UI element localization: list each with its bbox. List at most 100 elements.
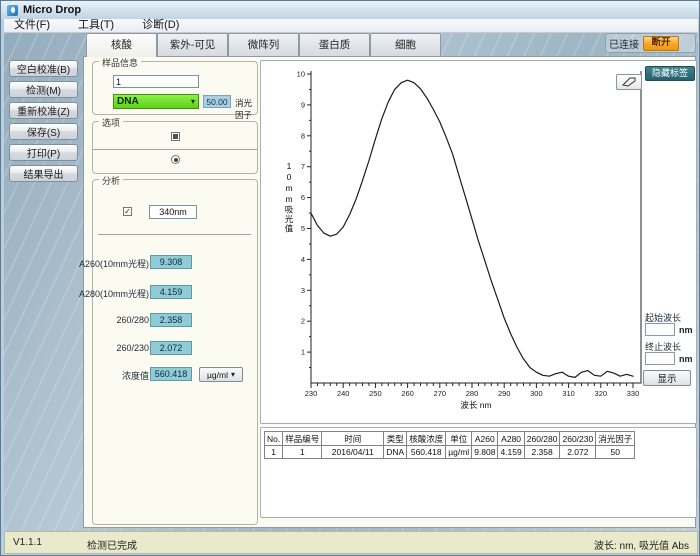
x-tick-label: 290 — [498, 389, 511, 398]
end-nm-suffix: nm — [679, 354, 693, 364]
show-button[interactable]: 显示 — [643, 370, 691, 386]
analysis-row: A260(10mm光程)9.308 — [93, 255, 257, 270]
print-button[interactable]: 打印(P) — [9, 144, 78, 161]
y-tick-label: 9 — [301, 100, 305, 109]
x-tick-label: 270 — [434, 389, 447, 398]
table-cell: 2.358 — [524, 446, 560, 459]
blank-calibration-button[interactable]: 空白校准(B) — [9, 60, 78, 77]
tag-icon-button[interactable] — [616, 74, 642, 90]
x-tick-label: 240 — [337, 389, 350, 398]
analysis-checkbox[interactable] — [123, 207, 132, 216]
analysis-row: 260/2802.358 — [93, 313, 257, 328]
header-cell: 260/280 — [524, 432, 560, 446]
menu-bar: 文件(F) 工具(T) 诊断(D) — [4, 19, 698, 33]
header-cell: 样品编号 — [283, 432, 322, 446]
extinction-factor-label: 消光因子 — [235, 97, 257, 121]
a260-value: 9.308 — [150, 255, 192, 269]
a280-label: A280(10mm光程) — [79, 287, 149, 300]
options-divider — [93, 149, 257, 150]
header-cell: 类型 — [384, 432, 407, 446]
sample-type-label: DNA — [117, 96, 191, 107]
analysis-divider — [98, 234, 251, 235]
table-cell: 50 — [596, 446, 635, 459]
sample-id-input[interactable] — [113, 75, 199, 88]
tab-nucleic-acid[interactable]: 核酸 — [86, 33, 157, 57]
window-title: Micro Drop — [23, 4, 81, 16]
y-tick-label: 4 — [301, 255, 305, 264]
table-cell: DNA — [384, 446, 407, 459]
x-tick-label: 260 — [401, 389, 414, 398]
title-bar[interactable]: Micro Drop — [1, 1, 700, 19]
ratio-260-230-label: 260/230 — [116, 343, 149, 353]
options-checkbox[interactable] — [171, 132, 180, 141]
x-tick-label: 250 — [369, 389, 382, 398]
concentration-value: 560.418 — [150, 367, 192, 381]
chevron-down-icon: ▾ — [231, 371, 235, 379]
version-label: V1.1.1 — [13, 537, 42, 548]
a280-value: 4.159 — [150, 285, 192, 299]
end-wavelength-input[interactable] — [645, 352, 675, 365]
sample-info-group: 样品信息 DNA ▾ 50.00 消光因子 — [92, 61, 258, 115]
connection-group: 已连接 断开 — [605, 33, 696, 53]
app-icon — [7, 5, 18, 16]
table-cell: 2016/04/11 — [322, 446, 384, 459]
connection-status: 已连接 — [609, 36, 639, 51]
measure-button[interactable]: 检测(M) — [9, 81, 78, 98]
header-cell: 260/230 — [560, 432, 596, 446]
analysis-group: 分析 A260(10mm光程)9.308A280(10mm光程)4.159260… — [92, 179, 258, 525]
menu-tools[interactable]: 工具(T) — [78, 19, 114, 32]
header-cell: 核酸浓度 — [407, 432, 446, 446]
plot-axes — [311, 71, 641, 383]
table-cell: 9.808 — [472, 446, 498, 459]
y-tick-label: 1 — [301, 348, 305, 357]
tab-microarray[interactable]: 微阵列 — [228, 33, 299, 56]
x-axis-title: 波长 nm — [460, 400, 491, 410]
sample-type-select[interactable]: DNA ▾ — [113, 94, 199, 109]
analysis-wavelength-input[interactable] — [149, 205, 197, 219]
y-tick-label: 2 — [301, 317, 305, 326]
y-tick-label: 3 — [301, 286, 305, 295]
table-row[interactable]: 112016/04/11DNA560.418µg/ml9.8084.1592.3… — [265, 446, 635, 459]
status-units: 波长: nm, 吸光值 Abs — [594, 537, 689, 552]
header-cell: 时间 — [322, 432, 384, 446]
recalibrate-button[interactable]: 重新校准(Z) — [9, 102, 78, 119]
start-wavelength-input[interactable] — [645, 323, 675, 336]
x-tick-label: 330 — [627, 389, 640, 398]
unit-select[interactable]: µg/ml▾ — [199, 367, 243, 382]
save-button[interactable]: 保存(S) — [9, 123, 78, 140]
status-message: 检测已完成 — [87, 537, 137, 552]
concentration-label: 浓度值 — [122, 369, 149, 382]
header-cell: 单位 — [446, 432, 472, 446]
y-tick-label: 8 — [301, 131, 305, 140]
header-cell: A280 — [498, 432, 524, 446]
results-table: No.样品编号时间类型核酸浓度单位A260A280260/280260/230消… — [264, 431, 635, 459]
sample-info-title: 样品信息 — [99, 56, 141, 69]
options-group: 选项 — [92, 121, 258, 174]
x-tick-label: 230 — [305, 389, 318, 398]
options-radio[interactable] — [171, 155, 180, 164]
table-header-row: No.样品编号时间类型核酸浓度单位A260A280260/280260/230消… — [265, 432, 635, 446]
analysis-row: A280(10mm光程)4.159 — [93, 285, 257, 300]
table-cell: 560.418 — [407, 446, 446, 459]
menu-diagnosis[interactable]: 诊断(D) — [142, 19, 179, 32]
start-nm-suffix: nm — [679, 325, 693, 335]
chevron-down-icon: ▾ — [191, 98, 195, 106]
x-tick-label: 320 — [595, 389, 608, 398]
y-tick-label: 7 — [301, 162, 305, 171]
y-tick-label: 6 — [301, 193, 305, 202]
disconnect-button[interactable]: 断开 — [643, 36, 679, 51]
ratio-260-280-value: 2.358 — [150, 313, 192, 327]
spectrum-chart: 2302402502602702802903003103203301234567… — [261, 61, 698, 425]
tag-icon — [622, 77, 636, 87]
analysis-title: 分析 — [99, 174, 123, 187]
tab-cell[interactable]: 细胞 — [370, 33, 441, 56]
tab-uv-vis[interactable]: 紫外-可见 — [157, 33, 228, 56]
menu-file[interactable]: 文件(F) — [14, 19, 50, 32]
export-results-button[interactable]: 结果导出 — [9, 165, 78, 182]
workspace: 核酸紫外-可见微阵列蛋白质细胞 已连接 断开 空白校准(B) 检测(M) 重新校准(… — [4, 33, 698, 531]
table-cell: 1 — [265, 446, 283, 459]
a260-label: A260(10mm光程) — [79, 257, 149, 270]
tab-protein[interactable]: 蛋白质 — [299, 33, 370, 56]
y-tick-label: 10 — [297, 70, 305, 79]
hide-labels-button[interactable]: 隐藏标签 — [645, 66, 695, 81]
